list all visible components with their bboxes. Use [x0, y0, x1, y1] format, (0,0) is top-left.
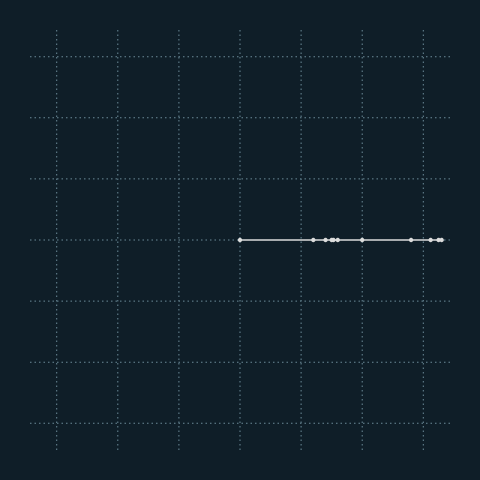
chart-canvas	[0, 0, 480, 480]
line-chart	[0, 0, 480, 480]
data-point	[335, 237, 340, 243]
data-point	[360, 237, 365, 243]
data-point	[311, 237, 316, 243]
data-point	[428, 237, 433, 243]
data-point	[408, 237, 414, 243]
data-point	[237, 237, 243, 243]
data-point	[439, 237, 444, 243]
data-point	[331, 237, 336, 243]
data-point	[323, 237, 328, 243]
